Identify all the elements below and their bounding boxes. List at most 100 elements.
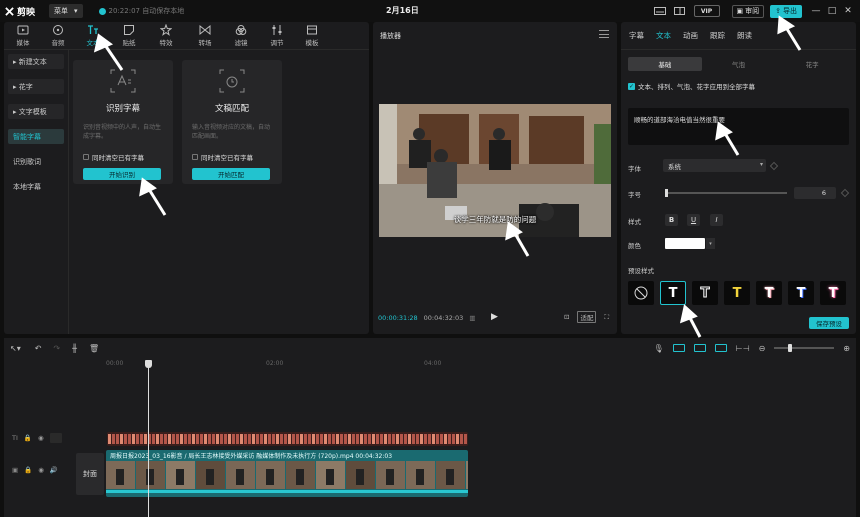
tab-subtitle[interactable]: 字幕 [629, 30, 644, 41]
preset-pink-glow[interactable]: T [820, 281, 846, 305]
nav-smart-subtitle[interactable]: 智能字幕 [8, 129, 64, 144]
subtitle-clip[interactable] [352, 434, 355, 444]
preset-outline[interactable]: T [692, 281, 718, 305]
playhead[interactable] [145, 360, 152, 517]
speaker-icon[interactable]: 🔊 [50, 466, 58, 474]
subtitle-clip[interactable] [304, 434, 307, 444]
lock-icon[interactable]: 🔒 [24, 466, 32, 474]
subtitle-clip[interactable] [444, 434, 447, 444]
color-swatch[interactable] [665, 238, 705, 249]
zoom-in-icon[interactable]: ⊕ [843, 344, 850, 353]
segment-bubble[interactable]: 气泡 [702, 57, 776, 71]
subtitle-clip[interactable] [144, 434, 147, 444]
subtitle-clip[interactable] [152, 434, 155, 444]
tool-effects[interactable]: 特效 [151, 24, 181, 48]
track-toggle[interactable] [49, 433, 62, 443]
subtitle-clip[interactable] [248, 434, 251, 444]
tool-audio[interactable]: 音频 [43, 24, 73, 48]
subtitle-clip[interactable] [164, 434, 167, 444]
subtitle-text-input[interactable]: 顺畅的道部海洽电值当然很重要 [628, 108, 849, 145]
subtitle-clip[interactable] [172, 434, 175, 444]
subtitle-clip[interactable] [280, 434, 283, 444]
subtitle-clip[interactable] [244, 434, 247, 444]
subtitle-overlay[interactable]: 谈学三年防就是防的问题 [379, 214, 611, 225]
snapshot-icon[interactable]: ⊡ [564, 313, 569, 321]
tab-read-aloud[interactable]: 朗读 [737, 30, 752, 41]
undo-icon[interactable]: ↶ [35, 344, 42, 353]
close-icon[interactable]: ✕ [840, 3, 856, 19]
split-icon[interactable]: ╫ [72, 344, 77, 353]
start-match-button[interactable]: 开始匹配 [192, 168, 270, 180]
subtitle-clip[interactable] [316, 434, 319, 444]
tab-text[interactable]: 文本 [656, 30, 671, 41]
preset-blue-shadow[interactable]: T [788, 281, 814, 305]
time-ruler[interactable]: 00:00 02:00 04:00 [104, 360, 856, 372]
subtitle-clip[interactable] [420, 434, 423, 444]
subtitle-clip[interactable] [256, 434, 259, 444]
subtitle-clip[interactable] [272, 434, 275, 444]
subtitle-clip[interactable] [408, 434, 411, 444]
subtitle-clip[interactable] [224, 434, 227, 444]
nav-fancy-text[interactable]: ▸ 花字 [8, 79, 64, 94]
subtitle-clip[interactable] [384, 434, 387, 444]
subtitle-clip[interactable] [188, 434, 191, 444]
subtitle-clip[interactable] [128, 434, 131, 444]
subtitle-clip[interactable] [432, 434, 435, 444]
subtitle-clip[interactable] [264, 434, 267, 444]
font-select[interactable]: 系统 ▾ [663, 159, 766, 172]
nav-new-text[interactable]: ▸ 新建文本 [8, 54, 64, 69]
eye-icon[interactable]: ◉ [38, 434, 44, 442]
subtitle-clip[interactable] [260, 434, 263, 444]
tool-template[interactable]: 模板 [297, 24, 327, 48]
subtitle-clip[interactable] [320, 434, 323, 444]
subtitle-clip[interactable] [416, 434, 419, 444]
subtitle-track-clips[interactable] [107, 432, 468, 446]
clear-existing-checkbox[interactable]: 同时清空已有字幕 [192, 152, 253, 162]
subtitle-clip[interactable] [324, 434, 327, 444]
subtitle-clip[interactable] [204, 434, 207, 444]
subtitle-clip[interactable] [192, 434, 195, 444]
subtitle-clip[interactable] [296, 434, 299, 444]
subtitle-clip[interactable] [368, 434, 371, 444]
bold-button[interactable]: B [665, 214, 678, 226]
keyframe-icon[interactable] [769, 161, 779, 171]
eye-icon[interactable]: ◉ [38, 466, 44, 474]
save-preset-button[interactable]: 保存预设 [809, 317, 849, 329]
subtitle-clip[interactable] [356, 434, 359, 444]
subtitle-clip[interactable] [436, 434, 439, 444]
subtitle-clip[interactable] [404, 434, 407, 444]
grid-icon[interactable]: ▥ [469, 314, 475, 322]
microphone-icon[interactable]: 🎙 [654, 344, 664, 353]
subtitle-clip[interactable] [212, 434, 215, 444]
subtitle-clip[interactable] [196, 434, 199, 444]
subtitle-clip[interactable] [440, 434, 443, 444]
subtitle-clip[interactable] [456, 434, 459, 444]
subtitle-clip[interactable] [200, 434, 203, 444]
subtitle-clip[interactable] [292, 434, 295, 444]
subtitle-clip[interactable] [348, 434, 351, 444]
tool-text[interactable]: 文本 [78, 24, 108, 48]
subtitle-clip[interactable] [332, 434, 335, 444]
subtitle-clip[interactable] [216, 434, 219, 444]
subtitle-clip[interactable] [400, 434, 403, 444]
subtitle-clip[interactable] [312, 434, 315, 444]
subtitle-clip[interactable] [388, 434, 391, 444]
slider-handle[interactable] [665, 189, 668, 197]
subtitle-clip[interactable] [344, 434, 347, 444]
layout-icon[interactable] [670, 4, 690, 18]
tool-transition[interactable]: 转场 [190, 24, 220, 48]
snap-icon[interactable] [693, 344, 706, 352]
preset-pink-outline[interactable]: T [756, 281, 782, 305]
subtitle-clip[interactable] [220, 434, 223, 444]
link-track-icon[interactable] [672, 344, 685, 352]
subtitle-clip[interactable] [252, 434, 255, 444]
subtitle-clip[interactable] [228, 434, 231, 444]
select-cursor-icon[interactable]: ↖▾ [10, 344, 21, 353]
subtitle-clip[interactable] [268, 434, 271, 444]
subtitle-clip[interactable] [116, 434, 119, 444]
tab-animation[interactable]: 动画 [683, 30, 698, 41]
size-input[interactable]: 6 [794, 187, 836, 199]
segment-fancy[interactable]: 花字 [775, 57, 849, 71]
subtitle-clip[interactable] [124, 434, 127, 444]
subtitle-clip[interactable] [180, 434, 183, 444]
